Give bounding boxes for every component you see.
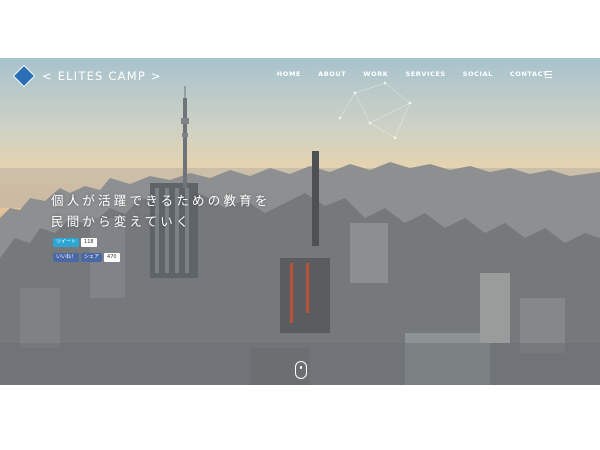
hero-section: < ELITES CAMP > HOME ABOUT WORK SERVICES… xyxy=(0,58,600,385)
facebook-row: いいね！ シェア 470 xyxy=(53,252,120,262)
tweet-button[interactable]: ツイート xyxy=(53,237,80,247)
tagline-line-2: 民間から変えていく xyxy=(51,214,192,229)
site-header: < ELITES CAMP > HOME ABOUT WORK SERVICES… xyxy=(0,58,600,92)
nav-contact[interactable]: CONTACT xyxy=(510,70,548,78)
social-share-buttons: ツイート 118 いいね！ シェア 470 xyxy=(53,237,120,267)
like-button[interactable]: いいね！ xyxy=(53,252,80,262)
scroll-dot xyxy=(300,366,302,369)
share-count: 470 xyxy=(104,252,120,262)
nav-about[interactable]: ABOUT xyxy=(318,70,346,78)
hero-tagline: 個人が活躍できるための教育を 民間から変えていく xyxy=(51,190,271,232)
main-nav: HOME ABOUT WORK SERVICES SOCIAL CONTACT xyxy=(260,70,548,78)
tagline-line-1: 個人が活躍できるための教育を xyxy=(51,193,271,208)
twitter-row: ツイート 118 xyxy=(53,237,120,247)
diamond-logo-icon xyxy=(12,64,36,88)
share-button[interactable]: シェア xyxy=(81,252,103,262)
logo[interactable]: < ELITES CAMP > xyxy=(12,64,162,88)
nav-social[interactable]: SOCIAL xyxy=(463,70,493,78)
brand-name: < ELITES CAMP > xyxy=(42,69,162,83)
mouse-scroll-icon[interactable] xyxy=(295,361,307,379)
nav-work[interactable]: WORK xyxy=(363,70,388,78)
nav-home[interactable]: HOME xyxy=(277,70,301,78)
hamburger-menu-icon[interactable] xyxy=(545,71,552,78)
tweet-count: 118 xyxy=(81,237,97,247)
nav-services[interactable]: SERVICES xyxy=(405,70,445,78)
